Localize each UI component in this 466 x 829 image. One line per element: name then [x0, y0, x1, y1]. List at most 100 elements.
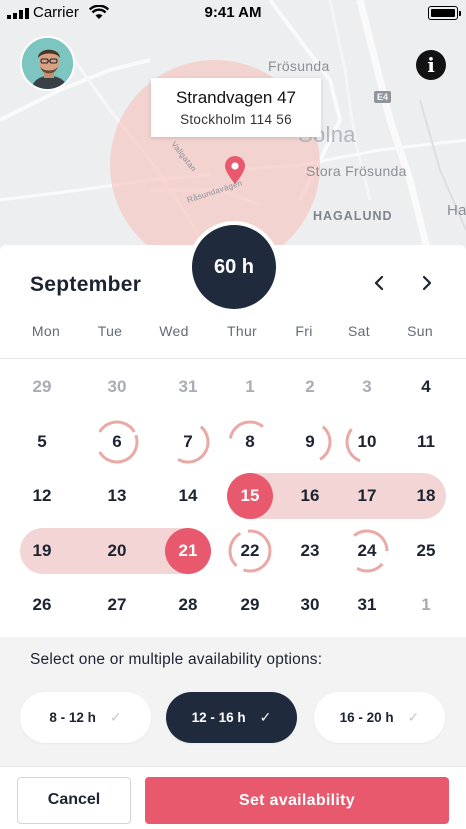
calendar-panel: 29 30 31 1 2 3 4 5 6 7 8 9 10 11 12 13 14 15 16 17 18 19 20 21 2… [0, 221, 466, 637]
calendar-day-outside-month[interactable]: 1 [227, 364, 273, 410]
option-16-20[interactable]: 16 - 20 h ✓ [314, 692, 445, 743]
calendar-day-number: 10 [357, 432, 377, 451]
calendar-day-outside-month[interactable]: 30 [94, 364, 140, 410]
calendar-day-number: 28 [178, 595, 198, 614]
map-label-stora-frosunda: Stora Frösunda [306, 163, 407, 179]
availability-options: Select one or multiple availability opti… [0, 637, 466, 766]
calendar-day-outside-month[interactable]: 29 [19, 364, 65, 410]
road-badge-e4: E4 [374, 91, 392, 103]
calendar-day-selected[interactable]: 21 [165, 528, 211, 574]
status-bar: Carrier 9:41 AM [0, 0, 466, 26]
calendar-day-outside-month[interactable]: 3 [344, 364, 390, 410]
calendar-day-number: 1 [245, 377, 255, 396]
check-icon: ✓ [109, 709, 122, 725]
weekday-fri: Fri [295, 323, 313, 339]
calendar-day[interactable]: 19 [19, 528, 65, 574]
info-icon: i [427, 53, 435, 77]
calendar-day[interactable]: 17 [344, 473, 390, 519]
calendar-day[interactable]: 11 [403, 419, 449, 465]
prev-month-button[interactable] [367, 271, 391, 295]
calendar-day[interactable]: 5 [19, 419, 65, 465]
calendar-day-number: 31 [178, 377, 198, 396]
next-month-button[interactable] [415, 271, 439, 295]
option-label: 8 - 12 h [49, 710, 96, 725]
calendar-day-outside-month[interactable]: 31 [165, 364, 211, 410]
calendar-day[interactable]: 29 [227, 582, 273, 628]
chevron-right-icon [422, 275, 432, 291]
calendar-day[interactable]: 7 [165, 419, 211, 465]
calendar-day[interactable]: 22 [227, 528, 273, 574]
check-icon: ✓ [259, 709, 272, 725]
weekday-mon: Mon [31, 323, 61, 339]
calendar-day[interactable]: 10 [344, 419, 390, 465]
chevron-left-icon [374, 275, 384, 291]
option-8-12[interactable]: 8 - 12 h ✓ [20, 692, 151, 743]
calendar-day-number: 25 [416, 541, 436, 560]
calendar-day-number: 19 [32, 541, 52, 560]
calendar-day-number: 11 [417, 432, 435, 451]
calendar-day-number: 4 [421, 377, 431, 396]
calendar-day[interactable]: 27 [94, 582, 140, 628]
calendar-day-outside-month[interactable]: 1 [403, 582, 449, 628]
address-city: Stockholm 114 56 [180, 112, 292, 127]
calendar-day-number: 14 [178, 486, 198, 505]
calendar-day-number: 24 [357, 541, 377, 560]
set-availability-button[interactable]: Set availability [145, 777, 449, 824]
calendar-day[interactable]: 18 [403, 473, 449, 519]
weekday-header: Mon Tue Wed Thur Fri Sat Sun [0, 323, 466, 343]
calendar-day-number: 5 [37, 432, 47, 451]
calendar-day-number: 3 [362, 377, 372, 396]
calendar-day-number: 27 [107, 595, 127, 614]
calendar-day[interactable]: 20 [94, 528, 140, 574]
calendar-day-number: 13 [107, 486, 127, 505]
calendar-day[interactable]: 31 [344, 582, 390, 628]
calendar-day[interactable]: 23 [287, 528, 333, 574]
calendar-day-number: 21 [178, 541, 198, 560]
calendar-day-number: 1 [421, 595, 431, 614]
weekday-sat: Sat [348, 323, 370, 339]
month-title: September [30, 273, 142, 296]
calendar-day-number: 29 [240, 595, 260, 614]
calendar-day-number: 22 [240, 541, 260, 560]
calendar-day[interactable]: 16 [287, 473, 333, 519]
calendar-day-number: 15 [240, 486, 260, 505]
calendar-day-number: 23 [300, 541, 320, 560]
calendar-day[interactable]: 13 [94, 473, 140, 519]
cancel-button[interactable]: Cancel [17, 777, 131, 824]
weekday-thur: Thur [227, 323, 257, 339]
calendar-day[interactable]: 28 [165, 582, 211, 628]
calendar-day-selected[interactable]: 15 [227, 473, 273, 519]
calendar-day[interactable]: 26 [19, 582, 65, 628]
calendar-day-number: 16 [300, 486, 320, 505]
option-label: 16 - 20 h [339, 710, 394, 725]
calendar-day-number: 12 [32, 486, 52, 505]
map-label-hagalund: HAGALUND [313, 209, 393, 223]
calendar-day[interactable]: 12 [19, 473, 65, 519]
calendar-day-number: 9 [305, 432, 315, 451]
calendar-day[interactable]: 25 [403, 528, 449, 574]
calendar-day[interactable]: 24 [344, 528, 390, 574]
calendar-day-number: 29 [32, 377, 52, 396]
weekday-sun: Sun [407, 323, 433, 339]
user-avatar[interactable] [20, 36, 75, 91]
option-label: 12 - 16 h [191, 710, 246, 725]
calendar-divider [0, 358, 466, 359]
calendar-day[interactable]: 4 [403, 364, 449, 410]
option-12-16[interactable]: 12 - 16 h ✓ [166, 692, 297, 743]
info-button[interactable]: i [416, 50, 446, 80]
calendar-day-number: 6 [112, 432, 122, 451]
calendar-day[interactable]: 30 [287, 582, 333, 628]
calendar-day[interactable]: 14 [165, 473, 211, 519]
check-icon: ✓ [407, 709, 420, 725]
calendar-day[interactable]: 6 [94, 419, 140, 465]
calendar-day[interactable]: 8 [227, 419, 273, 465]
address-callout: Strandvagen 47 Stockholm 114 56 [151, 78, 321, 137]
status-time: 9:41 AM [204, 4, 262, 21]
calendar-day[interactable]: 9 [287, 419, 333, 465]
calendar-day-number: 8 [245, 432, 255, 451]
calendar-day-outside-month[interactable]: 2 [287, 364, 333, 410]
calendar-day-number: 7 [183, 432, 193, 451]
map-label-frosunda: Frösunda [268, 58, 330, 74]
location-pin-icon[interactable] [224, 155, 246, 185]
calendar-day-number: 30 [107, 377, 127, 396]
